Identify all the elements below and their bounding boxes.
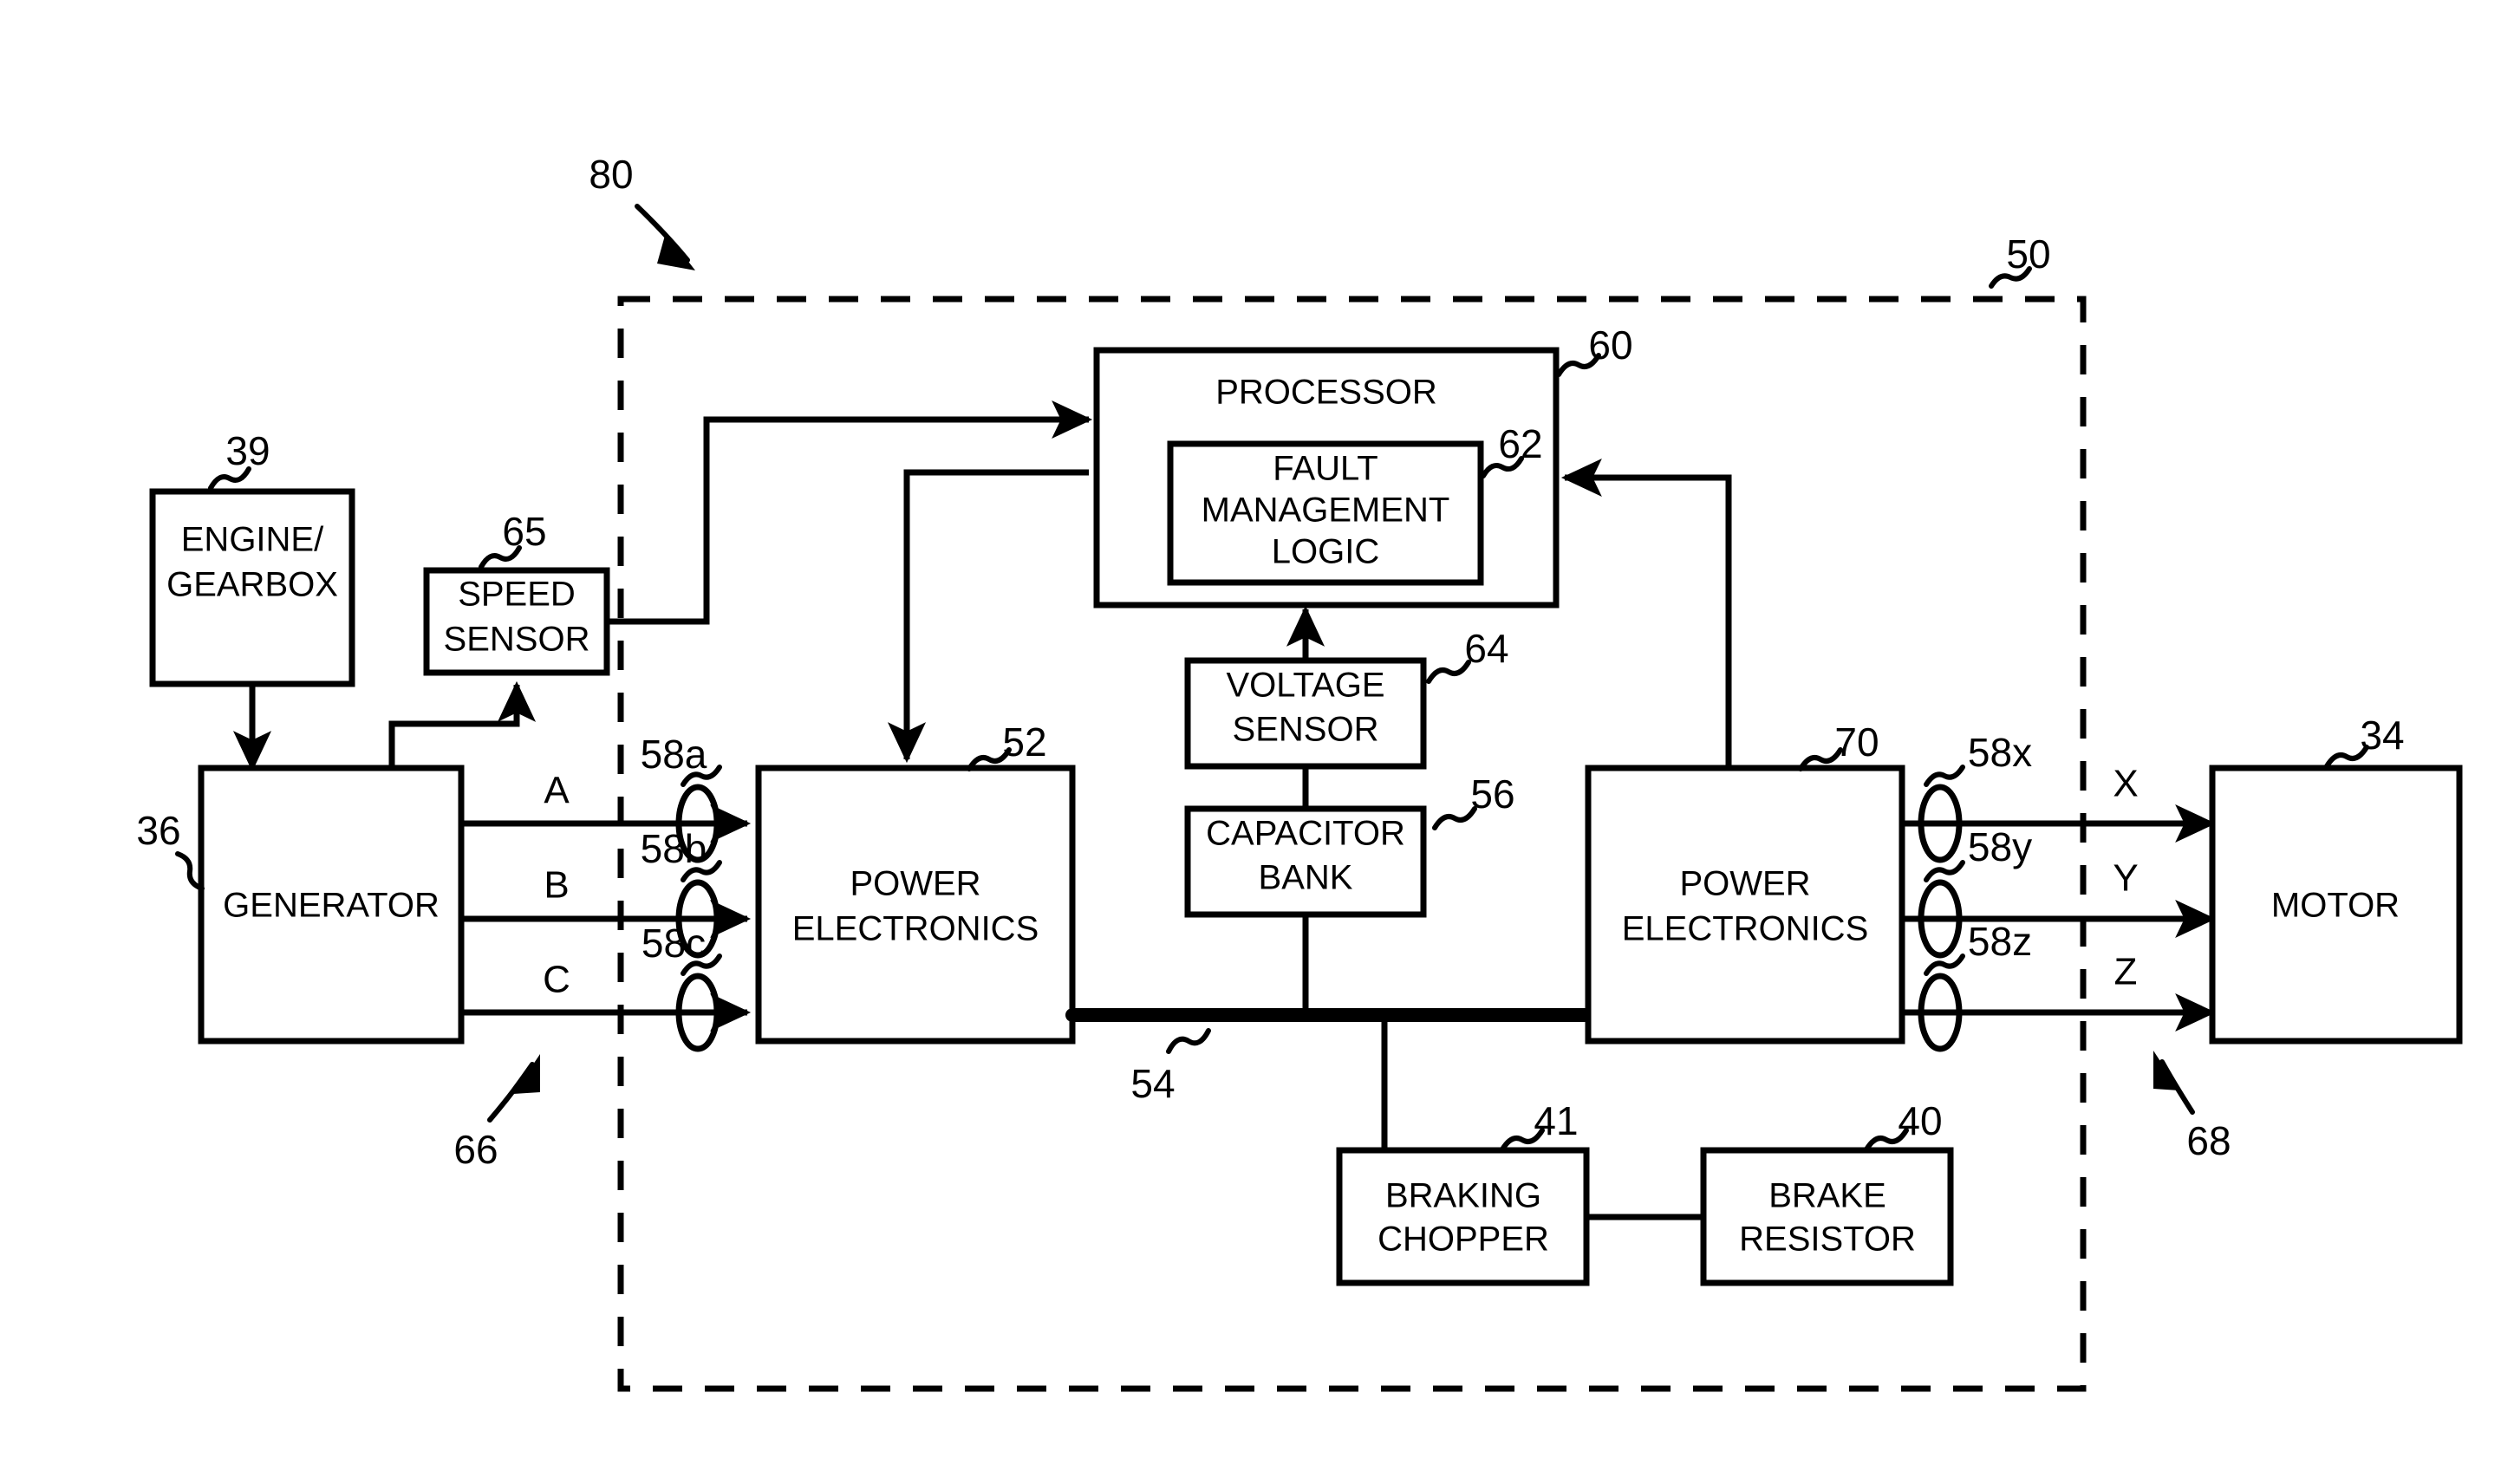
ref-66-arrowhead: [513, 1054, 540, 1094]
pe-left-label-line1: POWER: [850, 865, 980, 903]
engine-gearbox-label-line1: ENGINE/: [181, 521, 324, 559]
wire-processor-to-pe-left: [887, 469, 1089, 764]
ref-58c: 58c: [642, 921, 706, 966]
ref-56: 56: [1470, 771, 1514, 817]
pe-left-label-line2: ELECTRONICS: [792, 910, 1039, 948]
capacitor-bank-label-line2: BANK: [1259, 859, 1353, 897]
ref-58z-leader: [1924, 954, 1965, 976]
phase-label-a: A: [544, 770, 570, 812]
wire-processor-to-pe-right: [1560, 458, 1732, 767]
ref-64-leader: [1426, 660, 1471, 684]
processor-label: PROCESSOR: [1215, 374, 1437, 412]
ref-58b: 58b: [641, 826, 707, 871]
braking-chopper-label-line2: CHOPPER: [1378, 1220, 1549, 1259]
ref-66: 66: [453, 1127, 498, 1172]
ref-80: 80: [589, 152, 633, 197]
patent-figure-canvas: 80 50 ENGINE/ GEARBOX 39 SPEED SENSOR 65…: [0, 0, 2501, 1484]
ref-52: 52: [1002, 719, 1046, 765]
brake-resistor-label-line2: RESISTOR: [1739, 1220, 1916, 1259]
ref-70: 70: [1834, 719, 1879, 765]
phase-label-z: Z: [2114, 951, 2138, 993]
speed-sensor-label-line2: SENSOR: [444, 621, 590, 659]
pe-right-label-line1: POWER: [1679, 865, 1810, 903]
phase-label-b: B: [544, 864, 569, 907]
wire-generator-to-speed-sensor: [388, 680, 537, 768]
fml-label-line1: FAULT: [1273, 450, 1378, 488]
ref-54-leader: [1166, 1028, 1211, 1054]
voltage-sensor-label-line2: SENSOR: [1233, 711, 1379, 749]
ref-36: 36: [136, 808, 180, 853]
ref-58x-leader: [1924, 765, 1965, 787]
brake-resistor-label-line1: BRAKE: [1768, 1177, 1886, 1215]
ref-58y: 58y: [1968, 824, 2032, 869]
ref-58a: 58a: [641, 732, 707, 777]
block-power-electronics-right[interactable]: [1585, 765, 1905, 1045]
capacitor-bank-label-line1: CAPACITOR: [1206, 815, 1405, 853]
phase-label-c: C: [543, 959, 570, 1001]
ref-58z: 58z: [1968, 919, 2032, 964]
phase-label-x: X: [2113, 763, 2138, 805]
engine-gearbox-label-line2: GEARBOX: [166, 566, 338, 604]
block-braking-chopper[interactable]: [1336, 1147, 1590, 1286]
phase-label-y: Y: [2113, 857, 2138, 900]
wire-speed-sensor-to-processor: [607, 400, 1093, 625]
ref-64: 64: [1464, 626, 1508, 671]
ref-58y-leader: [1924, 860, 1965, 882]
ref-80-arrowhead: [657, 232, 695, 270]
ref-65: 65: [502, 509, 546, 554]
generator-label: GENERATOR: [223, 887, 440, 925]
ref-54: 54: [1130, 1061, 1175, 1106]
braking-chopper-label-line1: BRAKING: [1385, 1177, 1541, 1215]
pe-right-label-line2: ELECTRONICS: [1622, 910, 1869, 948]
ref-56-leader: [1432, 806, 1477, 830]
fml-label-line3: LOGIC: [1272, 533, 1379, 571]
motor-label: MOTOR: [2271, 887, 2400, 925]
block-power-electronics-left[interactable]: [755, 765, 1076, 1045]
fml-label-line2: MANAGEMENT: [1202, 491, 1450, 530]
ref-58x: 58x: [1968, 730, 2032, 775]
voltage-sensor-label-line1: VOLTAGE: [1226, 667, 1384, 705]
speed-sensor-label-line1: SPEED: [458, 576, 576, 614]
ref-68: 68: [2186, 1118, 2231, 1163]
block-brake-resistor[interactable]: [1700, 1147, 1954, 1286]
